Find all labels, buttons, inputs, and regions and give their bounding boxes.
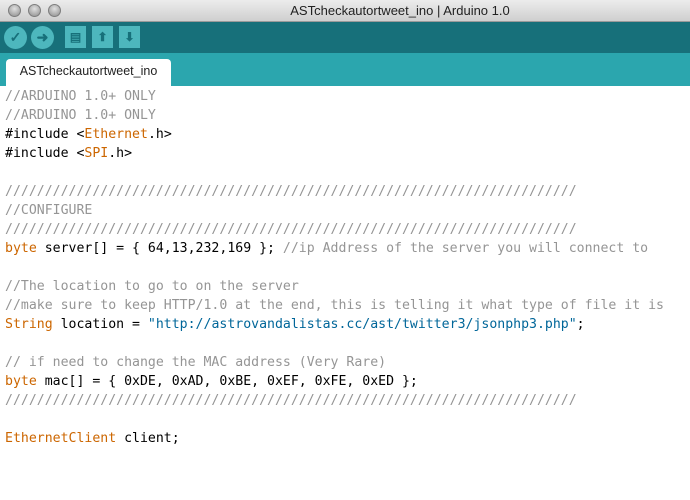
code-line: byte server[] = { 64,13,232,169 }; //ip … bbox=[5, 239, 664, 258]
code-line: ////////////////////////////////////////… bbox=[5, 391, 664, 410]
code-keyword: SPI bbox=[84, 146, 109, 161]
code-token: server[] = { 64,13,232,169 }; bbox=[36, 241, 283, 256]
code-line: EthernetClient client; bbox=[5, 429, 664, 448]
code-keyword: byte bbox=[5, 241, 37, 256]
document-icon: ▤ bbox=[69, 30, 82, 44]
code-line: #include <SPI.h> bbox=[5, 144, 664, 163]
tab-astcheckautortweet[interactable]: ASTcheckautortweet_ino bbox=[6, 59, 171, 86]
title-bar: ASTcheckautortweet_ino | Arduino 1.0 bbox=[0, 0, 690, 22]
code-comment: //ARDUINO 1.0+ ONLY bbox=[5, 89, 156, 104]
code-token: .h> bbox=[108, 146, 133, 161]
code-string: "http://astrovandalistas.cc/ast/twitter3… bbox=[147, 317, 577, 332]
code-keyword: Ethernet bbox=[84, 127, 148, 142]
code-line: ////////////////////////////////////////… bbox=[5, 182, 664, 201]
code-token: ; bbox=[576, 317, 585, 332]
code-comment: ////////////////////////////////////////… bbox=[5, 393, 577, 408]
code-keyword: byte bbox=[5, 374, 37, 389]
toolbar: ✓ ➜ ▤ ⬆ ⬇ bbox=[0, 22, 690, 53]
code-line: // if need to change the MAC address (Ve… bbox=[5, 353, 664, 372]
code-line: //ARDUINO 1.0+ ONLY bbox=[5, 106, 664, 125]
window-title: ASTcheckautortweet_ino | Arduino 1.0 bbox=[290, 3, 510, 18]
arrow-down-icon: ⬇ bbox=[124, 30, 135, 44]
tab-bar: ASTcheckautortweet_ino bbox=[0, 53, 690, 86]
code-line: //CONFIGURE bbox=[5, 201, 664, 220]
arrow-right-icon: ➜ bbox=[36, 29, 49, 45]
code-keyword: EthernetClient bbox=[5, 431, 117, 446]
code-line: ////////////////////////////////////////… bbox=[5, 220, 664, 239]
code-token: client; bbox=[116, 431, 180, 446]
code-line: //make sure to keep HTTP/1.0 at the end,… bbox=[5, 296, 664, 315]
arrow-up-icon: ⬆ bbox=[97, 30, 108, 44]
code-comment: // if need to change the MAC address (Ve… bbox=[5, 355, 387, 370]
code-comment: //ip Address of the server you will conn… bbox=[282, 241, 649, 256]
code-token: #include < bbox=[5, 146, 85, 161]
open-sketch-button[interactable]: ⬆ bbox=[92, 26, 113, 48]
code-token: mac[] = { 0xDE, 0xAD, 0xBE, 0xEF, 0xFE, … bbox=[36, 374, 418, 389]
check-icon: ✓ bbox=[9, 29, 22, 45]
code-line: byte mac[] = { 0xDE, 0xAD, 0xBE, 0xEF, 0… bbox=[5, 372, 664, 391]
code-comment: //make sure to keep HTTP/1.0 at the end,… bbox=[5, 298, 664, 313]
code-comment: //CONFIGURE bbox=[5, 203, 93, 218]
code-line: //The location to go to on the server bbox=[5, 277, 664, 296]
new-sketch-button[interactable]: ▤ bbox=[65, 26, 86, 48]
code-text[interactable]: //ARDUINO 1.0+ ONLY //ARDUINO 1.0+ ONLY #i… bbox=[5, 87, 664, 448]
verify-button[interactable]: ✓ bbox=[4, 26, 27, 49]
code-line: String location = "http://astrovandalist… bbox=[5, 315, 664, 334]
code-editor[interactable]: //ARDUINO 1.0+ ONLY //ARDUINO 1.0+ ONLY #i… bbox=[0, 86, 690, 500]
code-token: .h> bbox=[147, 127, 172, 142]
code-comment: ////////////////////////////////////////… bbox=[5, 184, 577, 199]
code-line: //ARDUINO 1.0+ ONLY bbox=[5, 87, 664, 106]
code-comment: //ARDUINO 1.0+ ONLY bbox=[5, 108, 156, 123]
code-comment: //The location to go to on the server bbox=[5, 279, 299, 294]
code-token: #include < bbox=[5, 127, 85, 142]
save-sketch-button[interactable]: ⬇ bbox=[119, 26, 140, 48]
upload-button[interactable]: ➜ bbox=[31, 26, 54, 49]
code-comment: ////////////////////////////////////////… bbox=[5, 222, 577, 237]
code-line: #include <Ethernet.h> bbox=[5, 125, 664, 144]
code-keyword: String bbox=[5, 317, 53, 332]
code-token: location = bbox=[52, 317, 148, 332]
